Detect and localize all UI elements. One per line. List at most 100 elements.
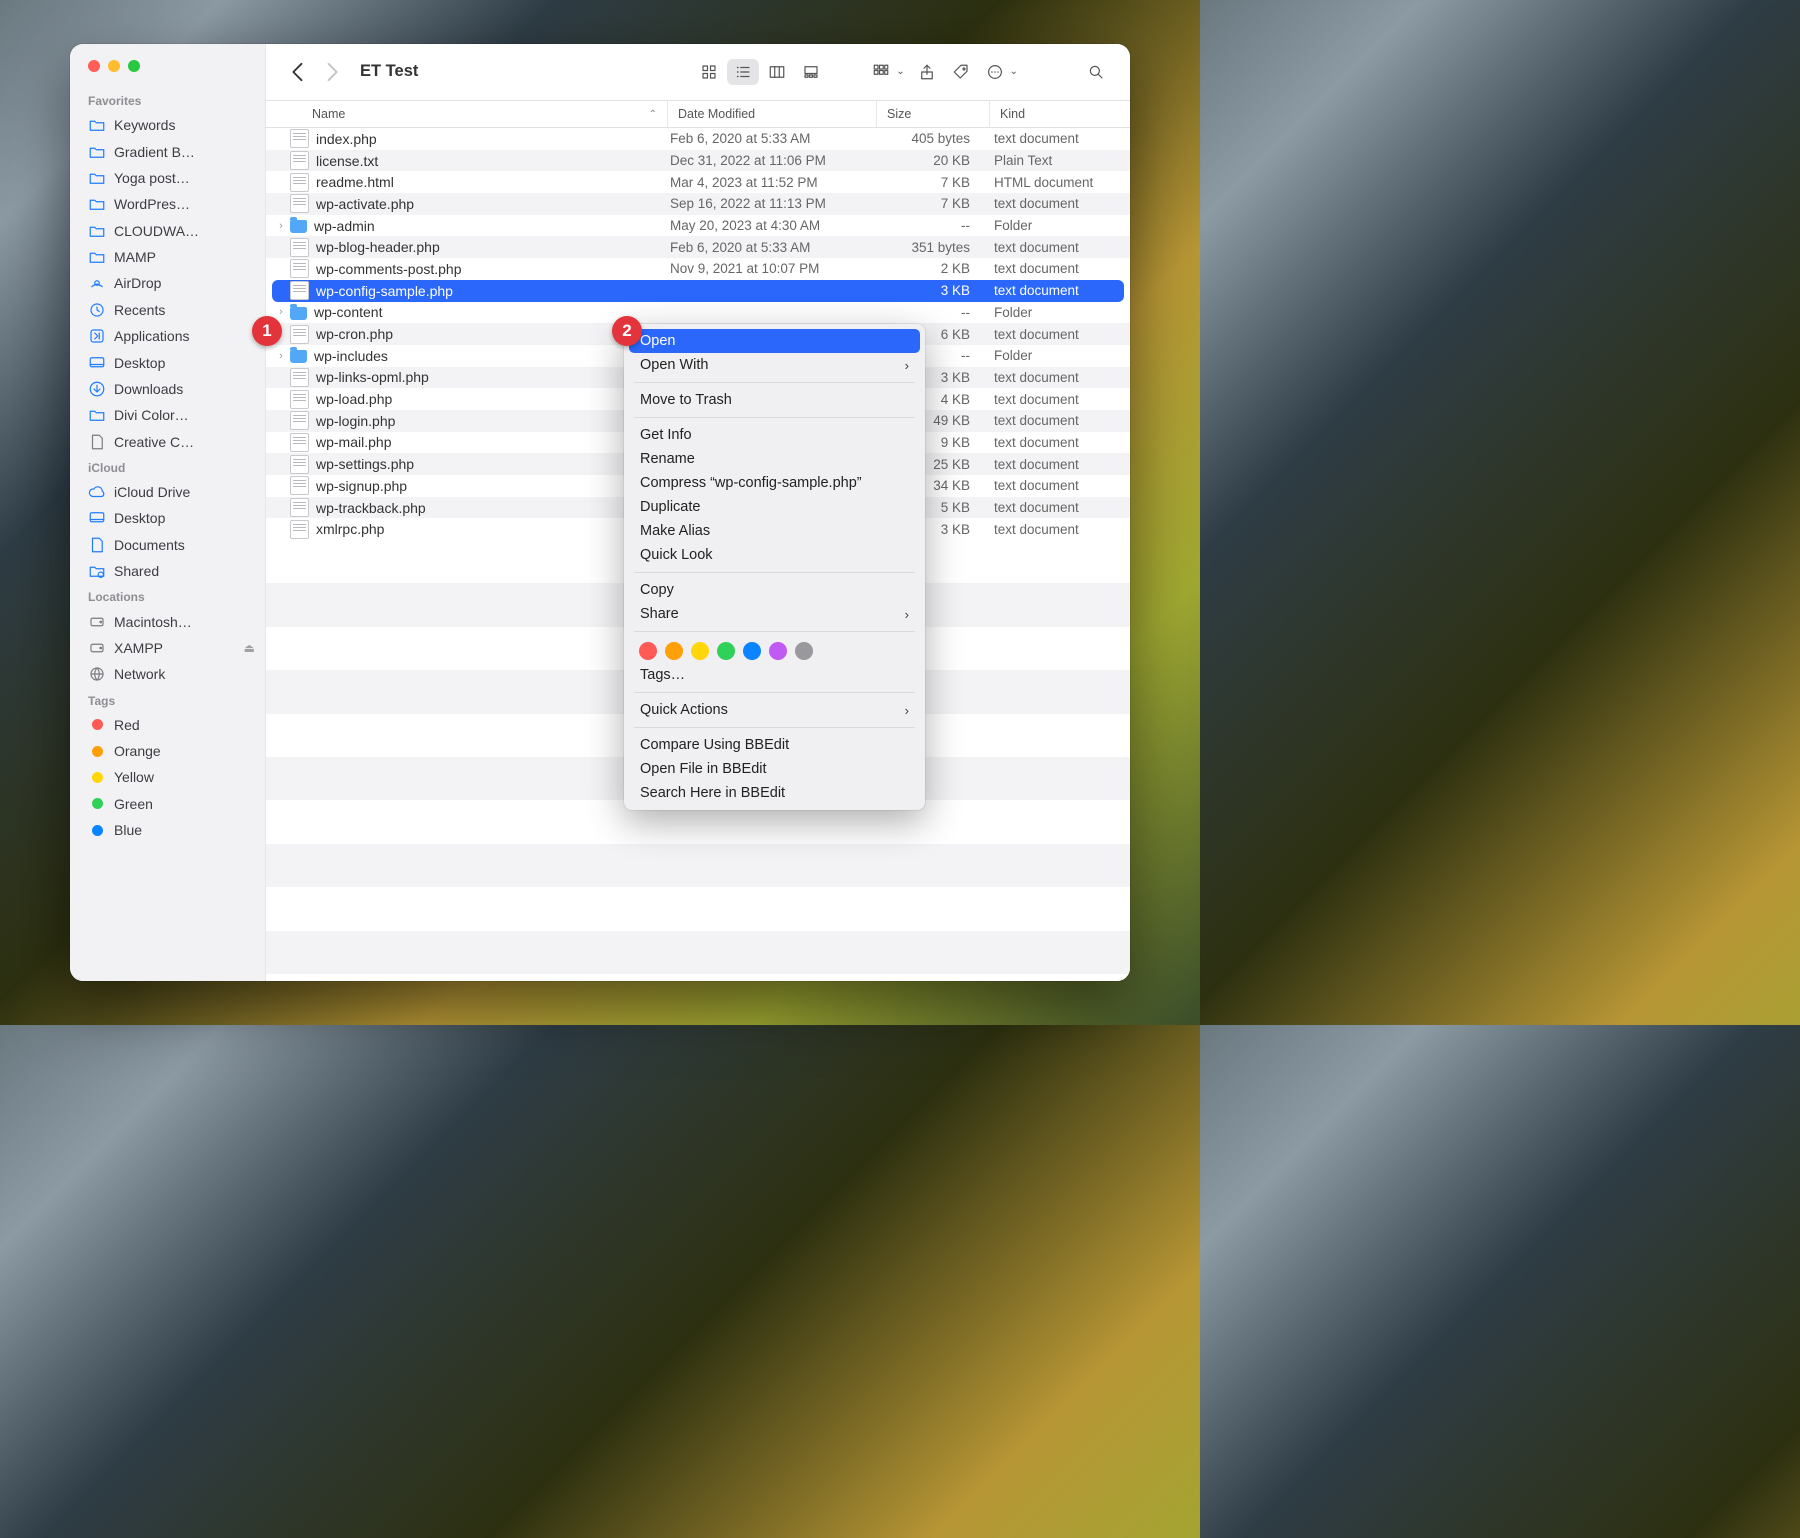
context-menu-quick-actions[interactable]: Quick Actions› [624, 698, 925, 722]
file-size: 405 bytes [868, 131, 984, 146]
sidebar-item[interactable]: Desktop [70, 349, 265, 375]
context-menu-quick-look[interactable]: Quick Look [624, 543, 925, 567]
sidebar-item[interactable]: Downloads [70, 376, 265, 402]
tag-color-dot[interactable] [795, 642, 813, 660]
file-name: wp-content [314, 304, 660, 320]
column-header-size[interactable]: Size [876, 101, 989, 127]
tag-color-dot[interactable] [769, 642, 787, 660]
sidebar-item[interactable]: iCloud Drive [70, 479, 265, 505]
sidebar-item[interactable]: Creative C… [70, 429, 265, 455]
sidebar-item[interactable]: Recents [70, 297, 265, 323]
close-window-button[interactable] [88, 60, 100, 72]
column-header-name[interactable]: Name ⌃ [266, 107, 667, 121]
sidebar-item[interactable]: Yoga post… [70, 165, 265, 191]
document-icon [290, 455, 309, 474]
sidebar-item-label: Downloads [114, 381, 183, 397]
file-row[interactable]: readme.htmlMar 4, 2023 at 11:52 PM7 KBHT… [266, 171, 1130, 193]
context-menu-copy[interactable]: Copy [624, 578, 925, 602]
sidebar-item[interactable]: Gradient B… [70, 138, 265, 164]
minimize-window-button[interactable] [108, 60, 120, 72]
file-row[interactable]: wp-comments-post.phpNov 9, 2021 at 10:07… [266, 258, 1130, 280]
sidebar-tag-item[interactable]: Green [70, 791, 265, 817]
sidebar-item[interactable]: XAMPP ⏏ [70, 635, 265, 661]
context-menu-share[interactable]: Share› [624, 602, 925, 626]
view-columns-button[interactable] [761, 59, 793, 85]
sidebar-tag-item[interactable]: Blue [70, 817, 265, 843]
file-kind: Folder [984, 305, 1124, 320]
file-row[interactable]: wp-config-sample.php3 KBtext document [272, 280, 1124, 302]
context-menu-open-bbedit[interactable]: Open File in BBEdit [624, 757, 925, 781]
sidebar-item-label: Desktop [114, 355, 165, 371]
context-menu-compress[interactable]: Compress “wp-config-sample.php” [624, 471, 925, 495]
view-icons-button[interactable] [693, 59, 725, 85]
context-menu-get-info[interactable]: Get Info [624, 423, 925, 447]
sidebar-tag-item[interactable]: Red [70, 712, 265, 738]
nav-forward-button[interactable] [318, 58, 346, 86]
column-header-date[interactable]: Date Modified [667, 101, 876, 127]
file-row[interactable]: license.txtDec 31, 2022 at 11:06 PM20 KB… [266, 150, 1130, 172]
context-menu-duplicate[interactable]: Duplicate [624, 495, 925, 519]
sidebar-section-favorites: Favorites [70, 88, 265, 112]
tag-color-dot[interactable] [743, 642, 761, 660]
sidebar-item-label: Orange [114, 743, 161, 759]
sidebar-item-label: Desktop [114, 510, 165, 526]
context-menu-trash[interactable]: Move to Trash [624, 388, 925, 412]
sidebar-item[interactable]: MAMP [70, 244, 265, 270]
sidebar-item[interactable]: AirDrop [70, 270, 265, 296]
disclosure-triangle-icon[interactable]: › [272, 306, 290, 318]
sidebar-item[interactable]: Network [70, 661, 265, 687]
sidebar-item-label: XAMPP [114, 640, 163, 656]
sidebar-item[interactable]: WordPres… [70, 191, 265, 217]
tag-color-dot[interactable] [665, 642, 683, 660]
sidebar-item-label: Green [114, 796, 153, 812]
column-header-kind[interactable]: Kind [989, 101, 1130, 127]
view-list-button[interactable] [727, 59, 759, 85]
nav-back-button[interactable] [284, 58, 312, 86]
tag-color-dot[interactable] [639, 642, 657, 660]
group-by-button[interactable] [865, 59, 897, 85]
view-gallery-button[interactable] [795, 59, 827, 85]
file-row[interactable]: index.phpFeb 6, 2020 at 5:33 AM405 bytes… [266, 128, 1130, 150]
actions-button[interactable] [979, 59, 1011, 85]
sidebar-item[interactable]: CLOUDWA… [70, 218, 265, 244]
column-name-label: Name [312, 107, 345, 121]
file-row[interactable]: ›wp-adminMay 20, 2023 at 4:30 AM--Folder [266, 215, 1130, 237]
sidebar-item[interactable]: Desktop [70, 505, 265, 531]
sidebar-item[interactable]: Divi Color… [70, 402, 265, 428]
folder-icon [290, 350, 307, 363]
context-menu-rename[interactable]: Rename [624, 447, 925, 471]
context-menu-make-alias[interactable]: Make Alias [624, 519, 925, 543]
disclosure-triangle-icon[interactable]: › [272, 220, 290, 232]
sidebar-item[interactable]: Macintosh… [70, 608, 265, 634]
tag-dot-icon [88, 821, 106, 839]
context-menu-search-bbedit[interactable]: Search Here in BBEdit [624, 781, 925, 805]
file-row[interactable]: wp-blog-header.phpFeb 6, 2020 at 5:33 AM… [266, 236, 1130, 258]
sidebar-tag-item[interactable]: Orange [70, 738, 265, 764]
tag-color-dot[interactable] [717, 642, 735, 660]
sidebar-item[interactable]: Applications [70, 323, 265, 349]
file-size: 7 KB [868, 196, 984, 211]
document-icon [290, 194, 309, 213]
file-name: wp-includes [314, 348, 660, 364]
file-row[interactable]: wp-activate.phpSep 16, 2022 at 11:13 PM7… [266, 193, 1130, 215]
sidebar-tag-item[interactable]: Yellow [70, 764, 265, 790]
search-button[interactable] [1080, 59, 1112, 85]
file-date: Feb 6, 2020 at 5:33 AM [660, 240, 868, 255]
disclosure-triangle-icon[interactable]: › [272, 350, 290, 362]
file-name: wp-mail.php [316, 434, 660, 450]
context-menu-open-with[interactable]: Open With› [624, 353, 925, 377]
file-name: wp-comments-post.php [316, 261, 660, 277]
file-row[interactable]: ›wp-content--Folder [266, 302, 1130, 324]
sidebar-item[interactable]: Documents [70, 532, 265, 558]
context-menu-open[interactable]: Open [629, 329, 920, 353]
share-button[interactable] [911, 59, 943, 85]
sidebar-item[interactable]: Keywords [70, 112, 265, 138]
tags-button[interactable] [945, 59, 977, 85]
eject-icon[interactable]: ⏏ [244, 641, 255, 655]
file-name: wp-login.php [316, 413, 660, 429]
context-menu-tags[interactable]: Tags… [624, 663, 925, 687]
context-menu-compare-bbedit[interactable]: Compare Using BBEdit [624, 733, 925, 757]
sidebar-item[interactable]: Shared [70, 558, 265, 584]
fullscreen-window-button[interactable] [128, 60, 140, 72]
tag-color-dot[interactable] [691, 642, 709, 660]
